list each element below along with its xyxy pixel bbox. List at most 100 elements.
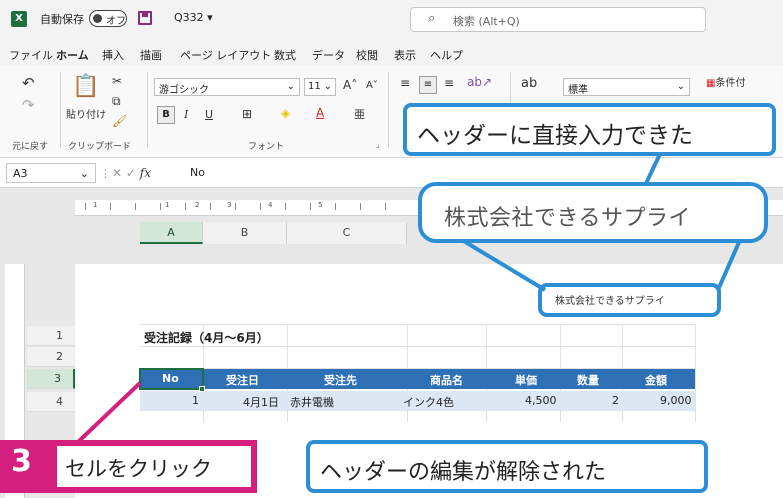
conditional-format-button[interactable]: ▦条件付 <box>706 74 745 89</box>
confirm-icon[interactable]: ✓ <box>126 166 136 180</box>
excel-window: X 自動保存 オフ Q332 ▾ ⌕ 検索 (Alt+Q) ファイル ホーム 挿… <box>0 0 783 498</box>
separator <box>147 72 148 148</box>
step-text: セルをクリック <box>65 457 212 481</box>
phonetic-icon[interactable]: 亜 <box>354 106 365 122</box>
fill-handle[interactable] <box>199 386 205 392</box>
font-name-select[interactable]: 游ゴシック ⌄ <box>154 78 300 96</box>
ruler-label: 3 <box>227 201 232 209</box>
formula-buttons: ✕ ✓ fx <box>112 166 151 180</box>
cell-order-date[interactable]: 4月1日 <box>243 394 279 410</box>
name-box-value: A3 <box>13 167 28 180</box>
autosave-toggle[interactable]: オフ <box>89 10 127 27</box>
chevron-down-icon: ⌄ <box>286 81 295 92</box>
more-icon[interactable]: ⋮ <box>100 167 111 180</box>
tab-insert[interactable]: 挿入 <box>102 47 124 63</box>
row-header-4[interactable]: 4 <box>27 392 75 412</box>
column-header-a[interactable]: A <box>140 222 203 244</box>
search-icon: ⌕ <box>428 11 436 26</box>
paste-button[interactable]: 貼り付け <box>66 106 106 121</box>
tab-review[interactable]: 校閲 <box>356 47 378 63</box>
cell-amount[interactable]: 9,000 <box>660 394 692 407</box>
sheet-title-cell[interactable]: 受注記録（4月～6月） <box>144 329 269 346</box>
border-icon[interactable]: ⊞ <box>242 107 252 121</box>
font-size-select[interactable]: 11 ⌄ <box>304 78 336 96</box>
orientation-icon[interactable]: ab↗ <box>467 75 492 89</box>
ruler-label: 1 <box>165 201 170 209</box>
file-name-dropdown[interactable]: Q332 ▾ <box>174 11 213 24</box>
table-header-product[interactable]: 商品名 <box>430 372 463 388</box>
grow-font-icon[interactable]: A˄ <box>343 78 357 92</box>
table-header-order-date[interactable]: 受注日 <box>226 372 259 388</box>
table-header-amount[interactable]: 金額 <box>645 372 667 388</box>
fill-color-icon[interactable]: ◈ <box>281 106 290 120</box>
insert-function-button[interactable]: fx <box>140 166 151 180</box>
row-header-2[interactable]: 2 <box>27 347 75 367</box>
font-color-icon[interactable]: A <box>316 106 324 120</box>
italic-button[interactable]: I <box>184 108 188 121</box>
tab-draw[interactable]: 描画 <box>140 47 162 63</box>
separator <box>60 72 61 148</box>
table-header-row: No 受注日 受注先 商品名 単価 数量 金額 <box>140 369 695 389</box>
redo-icon[interactable]: ↷ <box>22 96 35 114</box>
number-format-select[interactable]: 標準 ⌄ <box>563 78 690 96</box>
row-header-3[interactable]: 3 <box>27 369 75 389</box>
font-group-label: フォント <box>248 142 285 152</box>
undo-icon[interactable]: ↶ <box>22 74 35 92</box>
table-header-unit-price[interactable]: 単価 <box>515 372 537 388</box>
row-header-1[interactable]: 1 <box>27 326 75 346</box>
ruler-label: 2 <box>195 201 200 209</box>
table-header-quantity[interactable]: 数量 <box>577 372 599 388</box>
tab-help[interactable]: ヘルプ <box>430 47 463 63</box>
font-size-value: 11 <box>308 81 321 92</box>
tab-file[interactable]: ファイル <box>9 47 53 63</box>
formula-input[interactable]: No <box>190 166 205 179</box>
align-middle-icon[interactable]: ≡ <box>419 76 437 94</box>
cell-no[interactable]: 1 <box>192 394 199 407</box>
copy-icon[interactable]: ⧉ <box>112 94 121 109</box>
selected-cell-outline <box>139 368 204 390</box>
dialog-launcher-icon[interactable]: ⌟ <box>125 140 129 149</box>
cell-quantity[interactable]: 2 <box>612 394 619 407</box>
ribbon-tabs: ファイル ホーム 挿入 描画 ページ レイアウト 数式 データ 校閲 表示 ヘル… <box>0 38 783 68</box>
clipboard-icon[interactable]: 📋 <box>72 74 99 99</box>
dialog-launcher-icon[interactable]: ⌟ <box>376 140 380 149</box>
save-icon[interactable] <box>138 11 152 25</box>
chevron-down-icon: ⌄ <box>323 81 332 92</box>
search-placeholder: 検索 (Alt+Q) <box>453 15 520 28</box>
cancel-icon[interactable]: ✕ <box>112 166 122 180</box>
wrap-text-icon[interactable]: ab <box>521 76 537 91</box>
search-input[interactable]: ⌕ 検索 (Alt+Q) <box>410 7 706 32</box>
cut-icon[interactable]: ✂ <box>112 74 122 88</box>
zoom-bubble: 株式会社できるサプライ <box>418 182 768 243</box>
shrink-font-icon[interactable]: A˅ <box>366 80 378 91</box>
autosave-state: オフ <box>106 16 126 27</box>
tab-data[interactable]: データ <box>312 47 345 63</box>
cell-customer[interactable]: 赤井電機 <box>290 394 334 410</box>
format-painter-icon[interactable]: 🖌 <box>112 114 127 128</box>
font-name-value: 游ゴシック <box>159 85 209 96</box>
table-row: 1 4月1日 赤井電機 インク4色 4,500 2 9,000 <box>140 391 695 411</box>
table-header-customer[interactable]: 受注先 <box>324 372 357 388</box>
conditional-format-label: 条件付 <box>715 78 746 89</box>
zoom-text: 株式会社できるサプライ <box>444 206 692 231</box>
cell-product[interactable]: インク4色 <box>403 394 454 410</box>
ruler-label: 5 <box>318 201 323 209</box>
tab-home[interactable]: ホーム <box>56 47 89 68</box>
clipboard-group-label: クリップボード <box>68 142 132 152</box>
tab-view[interactable]: 表示 <box>394 47 416 63</box>
ruler-label: 1 <box>93 201 98 209</box>
underline-button[interactable]: U <box>205 108 213 121</box>
align-bottom-icon[interactable]: ≡ <box>444 76 454 90</box>
bold-button[interactable]: B <box>157 106 175 124</box>
ruler-label: 4 <box>268 201 273 209</box>
header-highlight <box>538 283 721 317</box>
column-header-c[interactable]: C <box>287 222 407 244</box>
cell-unit-price[interactable]: 4,500 <box>525 394 557 407</box>
name-box[interactable]: A3 ⌄ <box>6 163 96 183</box>
align-top-icon[interactable]: ≡ <box>400 76 410 90</box>
column-header-b[interactable]: B <box>203 222 287 244</box>
step-label-box: セルをクリック <box>57 446 251 487</box>
tab-page-layout[interactable]: ページ レイアウト <box>180 47 271 63</box>
callout-header-entered: ヘッダーに直接入力できた <box>403 103 776 156</box>
tab-formulas[interactable]: 数式 <box>274 47 296 63</box>
